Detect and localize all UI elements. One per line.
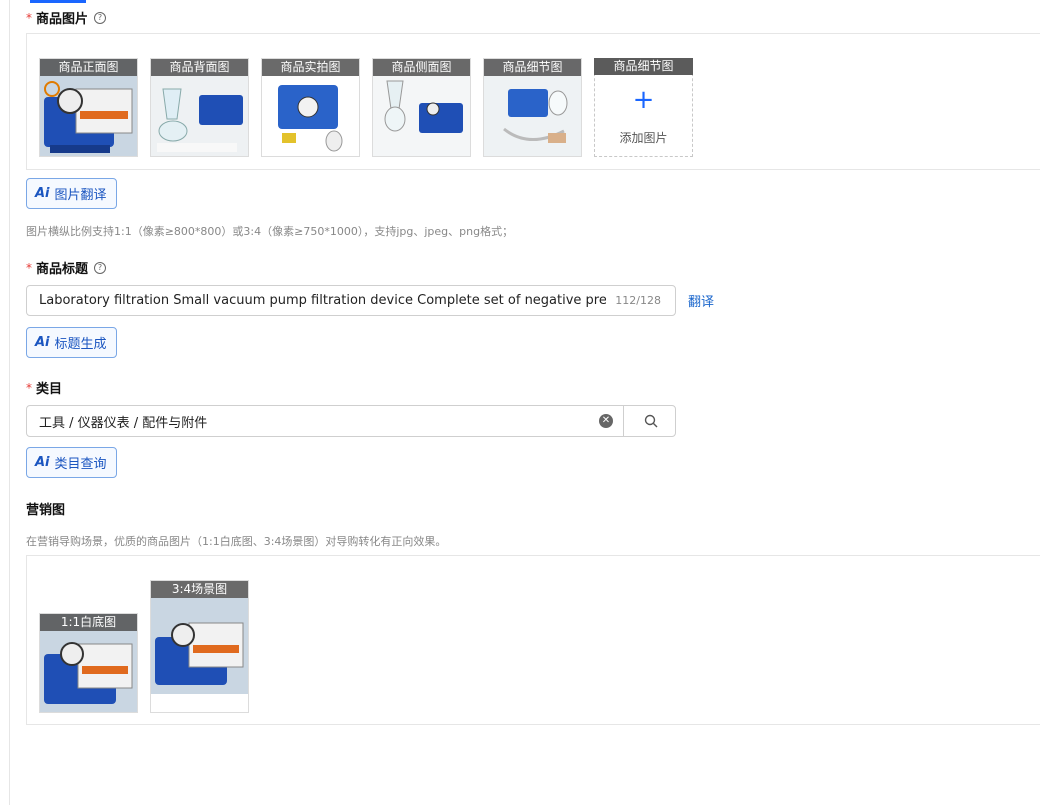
ai-icon: Ai [35,335,50,350]
question-circle-icon[interactable]: ? [94,261,107,274]
product-image-thumbnail[interactable]: 商品实拍图 [261,58,360,157]
category-search-button[interactable] [623,405,677,437]
white-background-image[interactable]: 1:1白底图 [39,613,138,713]
thumbnail-caption: 商品背面图 [151,59,248,76]
thumbnail-caption: 商品正面图 [40,59,137,76]
ai-button-label: 标题生成 [54,337,107,352]
title-input-value[interactable]: Laboratory filtration Small vacuum pump … [39,293,606,308]
ai-category-query-button[interactable]: Ai 类目查询 [26,447,117,478]
thumbnail-caption: 商品细节图 [484,59,581,76]
ai-button-label: 图片翻译 [54,188,107,203]
left-divider [9,0,10,805]
marketing-section-label: 营销图 [26,499,65,518]
required-mark: * [26,260,32,275]
add-slot-caption: 商品细节图 [594,58,693,75]
plus-icon: + [632,85,655,115]
title-label-text: 商品标题 [36,262,89,277]
vacuum-pump-image [151,598,248,694]
required-mark: * [26,10,32,25]
question-circle-icon[interactable]: ? [94,11,107,24]
images-panel: 商品正面图 商品背面图 商品实拍图 商品侧面图 商品细节图 商品细节图 + 添加… [26,33,1040,170]
thumbnail-caption: 商品实拍图 [262,59,359,76]
title-char-count: 112/128 [615,294,661,307]
ai-icon: Ai [35,186,50,201]
thumbnail-caption: 商品侧面图 [373,59,470,76]
category-section-label: * 类目 [26,378,63,398]
ai-image-translate-button[interactable]: Ai 图片翻译 [26,178,117,209]
category-value[interactable]: 工具 / 仪器仪表 / 配件与附件 [39,412,207,431]
product-image-thumbnail[interactable]: 商品细节图 [483,58,582,157]
required-mark: * [26,380,32,395]
images-section-label: * 商品图片 ? [26,8,107,27]
category-input[interactable]: 工具 / 仪器仪表 / 配件与附件 ✕ [26,405,676,437]
product-title-input[interactable]: Laboratory filtration Small vacuum pump … [26,285,676,316]
active-tab-indicator [30,0,86,3]
image-format-hint: 图片横纵比例支持1:1（像素≥800*800）或3:4（像素≥750*1000）… [26,225,514,238]
title-section-label: * 商品标题 ? [26,258,107,277]
ai-button-label: 类目查询 [54,457,107,472]
ai-icon: Ai [35,455,50,470]
clear-icon[interactable]: ✕ [599,414,613,428]
product-image-thumbnail[interactable]: 商品侧面图 [372,58,471,157]
add-image-slot[interactable]: 商品细节图 + 添加图片 [594,58,693,157]
marketing-hint: 在营销导购场景，优质的商品图片（1:1白底图、3:4场景图）对导购转化有正向效果… [26,535,447,548]
product-image-thumbnail[interactable]: 商品背面图 [150,58,249,157]
images-label-text: 商品图片 [36,12,89,27]
thumbnail-caption: 3:4场景图 [151,581,248,598]
translate-link[interactable]: 翻译 [688,291,714,310]
product-image-thumbnail[interactable]: 商品正面图 [39,58,138,157]
category-label-text: 类目 [36,382,63,397]
search-icon [644,414,657,428]
thumbnail-caption: 1:1白底图 [40,614,137,631]
marketing-label-text: 营销图 [26,503,66,518]
add-image-label: 添加图片 [619,131,668,145]
ai-title-generate-button[interactable]: Ai 标题生成 [26,327,117,358]
scene-image[interactable]: 3:4场景图 [150,580,249,713]
marketing-panel: 1:1白底图 3:4场景图 [26,555,1040,725]
